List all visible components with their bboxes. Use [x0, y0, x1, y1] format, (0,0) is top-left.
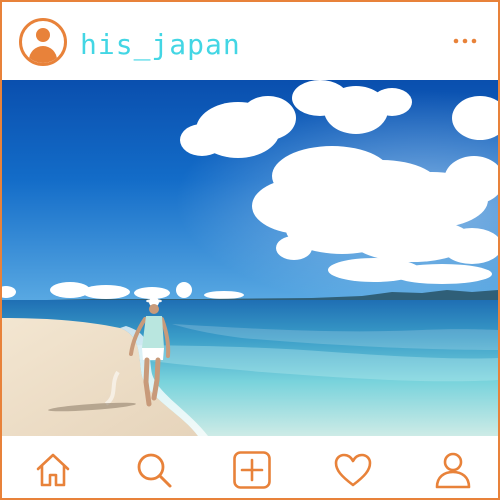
user-avatar-icon[interactable]: [19, 18, 67, 66]
beach-photo[interactable]: [2, 80, 498, 436]
more-horizontal-icon[interactable]: [448, 26, 482, 56]
post-frame: his_japan: [0, 0, 500, 500]
heart-icon[interactable]: [333, 450, 373, 490]
profile-icon[interactable]: [433, 450, 473, 490]
home-icon[interactable]: [33, 450, 73, 490]
post-header: his_japan: [2, 2, 498, 80]
beach-photo-art: [2, 80, 498, 436]
search-icon[interactable]: [134, 450, 174, 490]
username[interactable]: his_japan: [80, 30, 241, 60]
bottom-nav: [2, 436, 498, 498]
add-post-icon[interactable]: [232, 450, 272, 490]
